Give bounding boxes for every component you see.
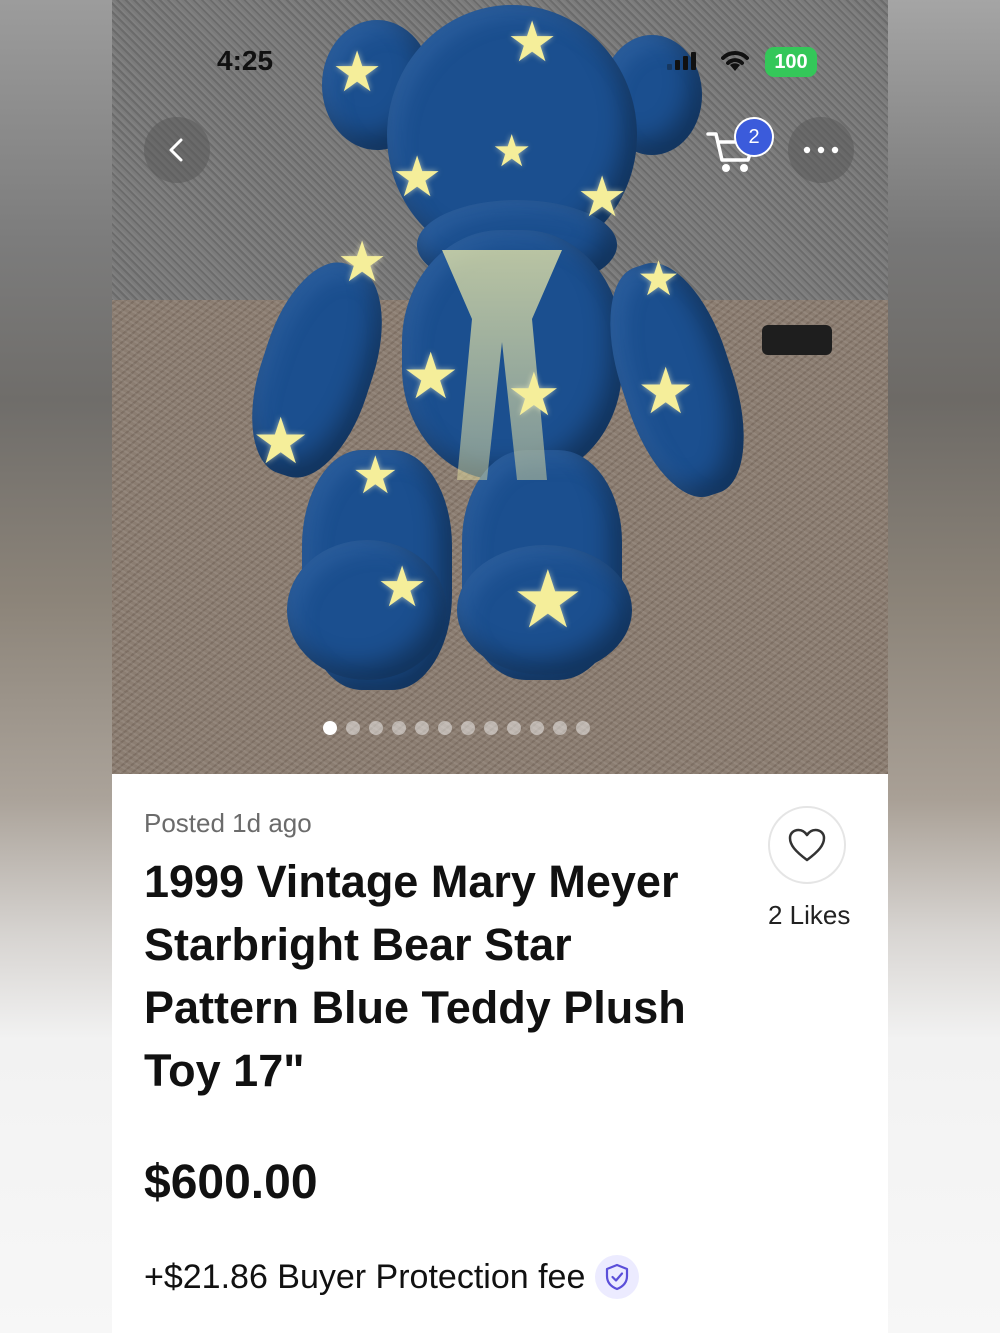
likes-count: 2 Likes: [768, 900, 851, 930]
carousel-dot[interactable]: [323, 721, 337, 735]
posted-time: Posted 1d ago: [144, 808, 312, 838]
shield-check-icon[interactable]: [595, 1255, 640, 1299]
buyer-protection-fee: +$21.86 Buyer Protection fee: [144, 1257, 586, 1296]
status-bar: 4:25 100: [112, 0, 888, 120]
blurred-background-right: [888, 0, 1000, 1333]
blurred-background-left: [0, 0, 112, 1333]
carousel-pagination: [323, 721, 590, 735]
like-button[interactable]: [768, 806, 846, 884]
wifi-icon: [721, 51, 749, 71]
cart-count-badge: 2: [734, 117, 774, 157]
status-time: 4:25: [217, 45, 274, 76]
carousel-dot[interactable]: [576, 721, 590, 735]
carousel-dot[interactable]: [484, 721, 498, 735]
back-chevron-icon: [169, 138, 183, 162]
back-button[interactable]: [144, 117, 210, 183]
product-price: $600.00: [144, 1156, 318, 1209]
carousel-dot[interactable]: [461, 721, 475, 735]
carousel-dot[interactable]: [369, 721, 383, 735]
app-screen: ★ ★ ★ ★ ★ ★ ★ ★ ★ ★ ★ ★ ★ ★ 4:25 100 2 P…: [112, 0, 888, 1333]
heart-icon: [788, 828, 826, 862]
more-icon: [803, 146, 839, 154]
photo-couch-foot: [762, 325, 832, 355]
battery-indicator: 100: [765, 47, 817, 77]
product-title: 1999 Vintage Mary Meyer Starbright Bear …: [144, 856, 686, 1096]
signal-icon: [667, 52, 696, 70]
buyer-protection-row[interactable]: +$21.86 Buyer Protection fee: [144, 1255, 640, 1299]
carousel-dot[interactable]: [438, 721, 452, 735]
carousel-dot[interactable]: [346, 721, 360, 735]
more-options-button[interactable]: [788, 117, 854, 183]
carousel-dot[interactable]: [392, 721, 406, 735]
carousel-dot[interactable]: [553, 721, 567, 735]
carousel-dot[interactable]: [530, 721, 544, 735]
product-image-carousel[interactable]: ★ ★ ★ ★ ★ ★ ★ ★ ★ ★ ★ ★ ★ ★ 4:25 100 2: [112, 0, 888, 774]
carousel-dot[interactable]: [415, 721, 429, 735]
carousel-dot[interactable]: [507, 721, 521, 735]
